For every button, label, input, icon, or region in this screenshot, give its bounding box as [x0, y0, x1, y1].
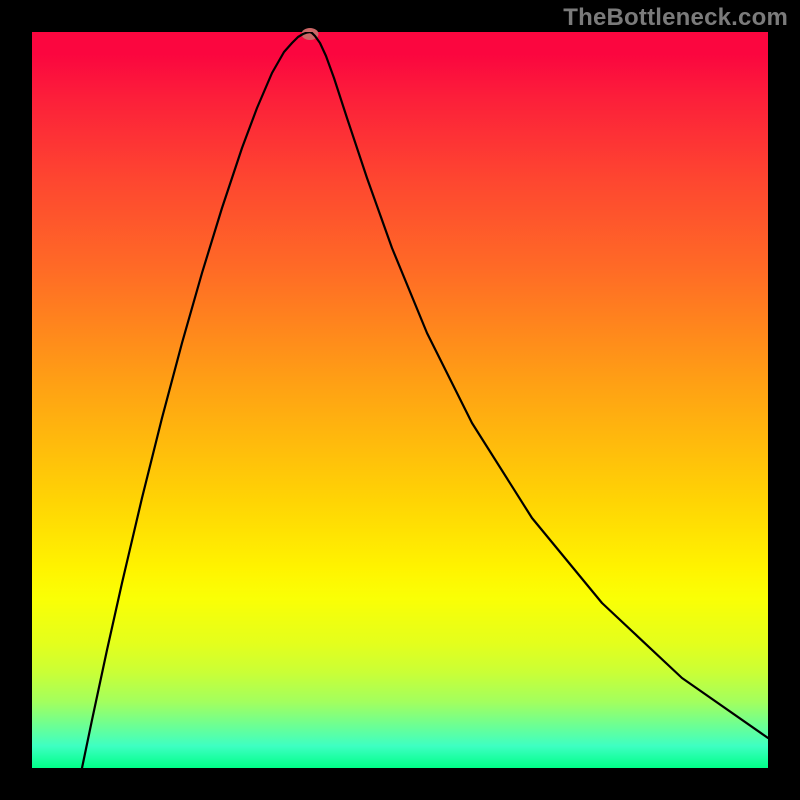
- plot-area: [32, 32, 768, 768]
- curve-svg: [32, 32, 768, 768]
- bottleneck-curve-path: [82, 32, 768, 768]
- chart-frame: TheBottleneck.com: [0, 0, 800, 800]
- watermark-text: TheBottleneck.com: [563, 4, 788, 32]
